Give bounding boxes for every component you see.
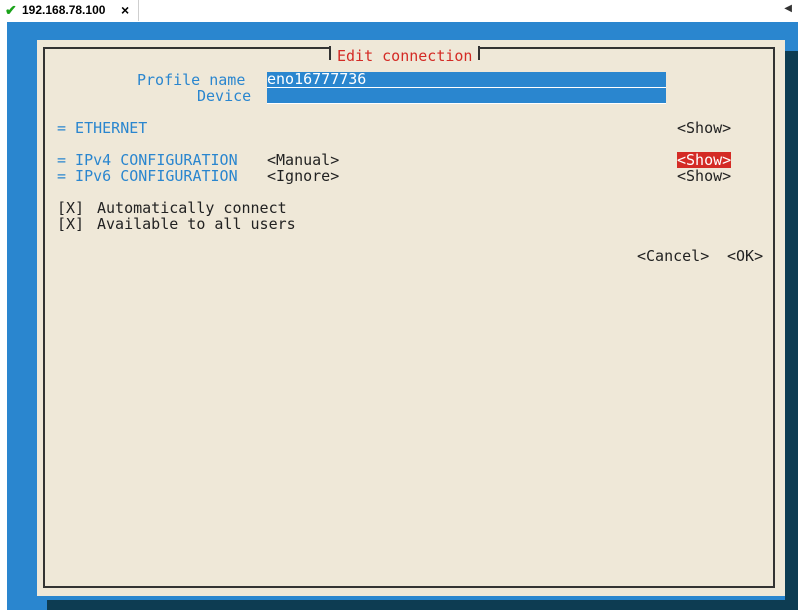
tab-bar: ✔ 192.168.78.100 × ◀ — [0, 0, 798, 23]
device-field[interactable] — [267, 88, 666, 104]
dialog-shadow-bottom — [47, 600, 798, 610]
ethernet-section-label: = ETHERNET — [57, 119, 148, 137]
ipv4-section-label: = IPv4 CONFIGURATION — [57, 151, 238, 169]
connected-check-icon: ✔ — [5, 2, 17, 18]
terminal-bottom-blue — [7, 600, 47, 610]
dialog-shadow-right — [785, 51, 798, 600]
auto-connect-checkbox[interactable]: [X] — [57, 200, 84, 216]
scroll-left-icon[interactable]: ◀ — [784, 3, 792, 14]
cancel-button[interactable]: <Cancel> — [637, 248, 709, 264]
device-label: Device — [197, 87, 252, 105]
ipv6-section-label: = IPv6 CONFIGURATION — [57, 167, 238, 185]
all-users-checkbox[interactable]: [X] — [57, 216, 84, 232]
all-users-label: Available to all users — [97, 215, 296, 233]
terminal-left-margin — [0, 22, 7, 610]
ipv6-show-button[interactable]: <Show> — [677, 168, 731, 184]
profile-name-label: Profile name — [137, 71, 246, 89]
terminal-area[interactable]: Edit connection Profile name eno16777736… — [0, 22, 798, 610]
ipv4-show-button[interactable]: <Show> — [677, 152, 732, 168]
profile-name-value: eno16777736 — [267, 70, 367, 88]
profile-name-field[interactable]: eno16777736 — [267, 72, 666, 88]
auto-connect-label: Automatically connect — [97, 199, 287, 217]
ipv4-mode-dropdown[interactable]: <Manual> — [267, 152, 339, 168]
dialog-frame: Edit connection — [43, 46, 775, 588]
edit-connection-dialog: Edit connection Profile name eno16777736… — [37, 40, 785, 596]
dialog-title: Edit connection — [328, 46, 481, 65]
ethernet-show-button[interactable]: <Show> — [677, 120, 731, 136]
close-icon[interactable]: × — [121, 2, 129, 18]
session-tab-title: 192.168.78.100 — [22, 3, 106, 17]
ok-button[interactable]: <OK> — [727, 248, 763, 264]
session-tab[interactable]: ✔ 192.168.78.100 × — [0, 0, 139, 21]
ipv6-mode-dropdown[interactable]: <Ignore> — [267, 168, 339, 184]
